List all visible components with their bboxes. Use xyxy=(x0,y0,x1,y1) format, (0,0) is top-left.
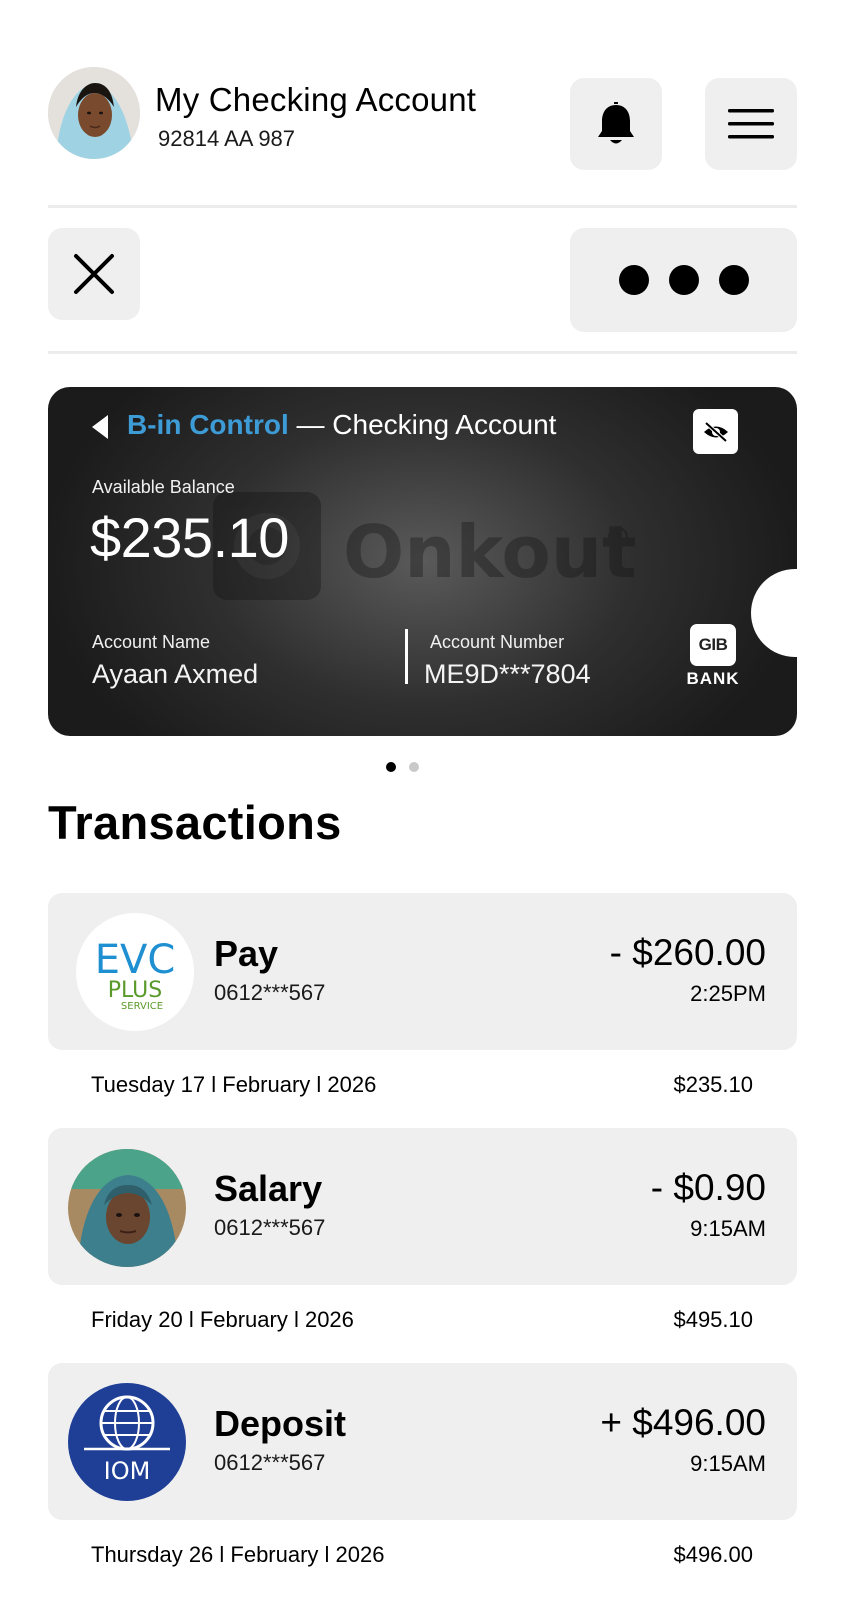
close-button[interactable] xyxy=(48,228,140,320)
salary-avatar xyxy=(68,1149,186,1267)
brand-name: B-in Control xyxy=(127,409,289,440)
header-divider xyxy=(48,205,797,208)
transaction-item[interactable]: IOM Deposit 0612***567 + $496.00 9:15AM xyxy=(48,1363,797,1520)
card-notch xyxy=(751,569,797,657)
more-dot xyxy=(718,265,749,295)
transaction-date: Friday 20 l February l 2026 xyxy=(91,1307,354,1332)
account-card[interactable]: Onkout B-in Control — Checking Account A… xyxy=(48,387,797,736)
bank-logo: GIB BANK xyxy=(678,624,748,696)
account-title: My Checking Account xyxy=(155,81,477,118)
more-dot xyxy=(668,265,699,295)
hamburger-menu-icon xyxy=(728,109,774,139)
svg-text:Onkout: Onkout xyxy=(343,510,637,594)
account-name-value: Ayaan Axmed xyxy=(92,659,259,689)
transaction-balance: $235.10 xyxy=(673,1072,753,1097)
transaction-account: 0612***567 xyxy=(214,1215,326,1240)
transaction-item[interactable]: EVC PLUS SERVICE Pay 0612***567 - $260.0… xyxy=(48,893,797,1050)
card-title: B-in Control — Checking Account xyxy=(127,409,556,441)
evc-plus-logo-icon: EVC PLUS SERVICE xyxy=(95,937,176,1012)
bank-label: BANK xyxy=(686,669,740,688)
svg-text:SERVICE: SERVICE xyxy=(121,1001,163,1012)
transaction-date: Tuesday 17 l February l 2026 xyxy=(91,1072,377,1097)
transaction-balance: $495.10 xyxy=(673,1307,753,1332)
balance-label: Available Balance xyxy=(92,477,235,497)
account-number-value: ME9D***7804 xyxy=(424,659,591,689)
account-code: 92814 AA 987 xyxy=(158,126,296,151)
transaction-name: Salary xyxy=(214,1168,323,1209)
svg-text:IOM: IOM xyxy=(104,1457,151,1485)
transaction-time: 9:15AM xyxy=(690,1451,766,1476)
transaction-amount: - $0.90 xyxy=(650,1167,766,1208)
pager-dot[interactable] xyxy=(409,762,419,772)
transaction-balance: $496.00 xyxy=(673,1542,753,1567)
iom-logo: IOM xyxy=(68,1383,186,1501)
notifications-button[interactable] xyxy=(570,78,662,170)
transaction-account: 0612***567 xyxy=(214,1450,326,1475)
person-avatar-icon xyxy=(68,1149,186,1267)
caret-left-icon xyxy=(92,415,108,439)
more-options-button[interactable] xyxy=(570,228,797,332)
transaction-item[interactable]: Salary 0612***567 - $0.90 9:15AM xyxy=(48,1128,797,1285)
hide-balance-button[interactable] xyxy=(693,409,738,454)
balance-value: $235.10 xyxy=(90,506,289,569)
close-icon xyxy=(74,254,114,294)
pager-dot-active[interactable] xyxy=(386,762,396,772)
card-pager xyxy=(386,762,432,772)
account-header: My Checking Account 92814 AA 987 xyxy=(48,67,797,159)
transaction-time: 9:15AM xyxy=(690,1216,766,1241)
transaction-time: 2:25PM xyxy=(690,981,766,1006)
evc-plus-logo: EVC PLUS SERVICE xyxy=(76,913,194,1031)
transaction-account: 0612***567 xyxy=(214,980,326,1005)
bank-logo-mark: GIB xyxy=(690,624,736,666)
eye-off-icon xyxy=(703,421,728,442)
card-previous-button[interactable] xyxy=(91,414,109,445)
transaction-amount: - $260.00 xyxy=(609,932,766,973)
transaction-name: Deposit xyxy=(214,1403,347,1444)
transaction-name: Pay xyxy=(214,933,279,974)
toolbar-divider xyxy=(48,351,797,354)
transaction-date: Thursday 26 l February l 2026 xyxy=(91,1542,385,1567)
transaction-amount: + $496.00 xyxy=(600,1402,766,1443)
user-avatar[interactable] xyxy=(48,67,140,159)
iom-logo-icon: IOM xyxy=(84,1395,170,1485)
account-name-label: Account Name xyxy=(92,632,211,652)
card-separator xyxy=(405,629,408,684)
more-dot xyxy=(618,265,649,295)
svg-text:EVC: EVC xyxy=(95,937,176,983)
avatar-portrait-icon xyxy=(48,67,140,159)
account-number-label: Account Number xyxy=(430,632,565,652)
bell-icon xyxy=(598,102,634,144)
transactions-title: Transactions xyxy=(48,796,342,849)
card-title-suffix: — Checking Account xyxy=(288,409,557,440)
menu-button[interactable] xyxy=(705,78,797,170)
svg-text:PLUS: PLUS xyxy=(108,978,163,1003)
